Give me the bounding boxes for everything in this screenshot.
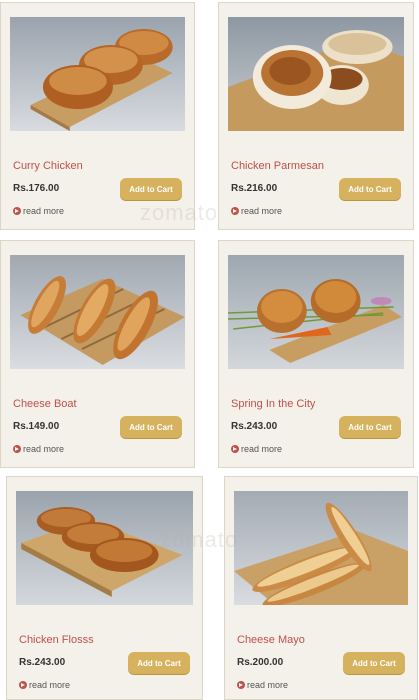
read-more-link[interactable]: read more: [19, 680, 70, 690]
add-to-cart-button[interactable]: Add to Cart: [339, 178, 401, 200]
arrow-right-icon: [231, 207, 239, 215]
product-image[interactable]: [10, 17, 185, 131]
product-name[interactable]: Chicken Parmesan: [231, 160, 324, 172]
product-price: Rs.243.00: [19, 657, 66, 668]
product-name[interactable]: Cheese Mayo: [237, 634, 305, 646]
read-more-link[interactable]: read more: [13, 444, 64, 454]
read-more-link[interactable]: read more: [231, 206, 282, 216]
arrow-right-icon: [13, 445, 21, 453]
read-more-link[interactable]: read more: [13, 206, 64, 216]
product-card-cheese-boat: Cheese Boat Rs.149.00 Add to Cart read m…: [0, 240, 195, 468]
read-more-link[interactable]: read more: [231, 444, 282, 454]
add-to-cart-button[interactable]: Add to Cart: [343, 652, 405, 674]
product-price: Rs.176.00: [13, 183, 60, 194]
product-price: Rs.243.00: [231, 421, 278, 432]
arrow-right-icon: [19, 681, 27, 689]
product-name[interactable]: Curry Chicken: [13, 160, 83, 172]
product-price: Rs.200.00: [237, 657, 284, 668]
product-image[interactable]: [16, 491, 193, 605]
product-image[interactable]: [228, 17, 404, 131]
product-price: Rs.149.00: [13, 421, 60, 432]
product-name[interactable]: Cheese Boat: [13, 398, 77, 410]
add-to-cart-button[interactable]: Add to Cart: [339, 416, 401, 438]
product-image[interactable]: [228, 255, 404, 369]
arrow-right-icon: [13, 207, 21, 215]
product-image[interactable]: [234, 491, 408, 605]
product-name[interactable]: Spring In the City: [231, 398, 315, 410]
arrow-right-icon: [231, 445, 239, 453]
product-price: Rs.216.00: [231, 183, 278, 194]
add-to-cart-button[interactable]: Add to Cart: [128, 652, 190, 674]
arrow-right-icon: [237, 681, 245, 689]
product-name[interactable]: Chicken Flosss: [19, 634, 94, 646]
product-image[interactable]: [10, 255, 185, 369]
add-to-cart-button[interactable]: Add to Cart: [120, 178, 182, 200]
add-to-cart-button[interactable]: Add to Cart: [120, 416, 182, 438]
product-card-chicken-parmesan: Chicken Parmesan Rs.216.00 Add to Cart r…: [218, 2, 414, 230]
product-card-spring-in-the-city: Spring In the City Rs.243.00 Add to Cart…: [218, 240, 414, 468]
read-more-link[interactable]: read more: [237, 680, 288, 690]
product-card-cheese-mayo: Cheese Mayo Rs.200.00 Add to Cart read m…: [224, 476, 418, 700]
product-card-curry-chicken: Curry Chicken Rs.176.00 Add to Cart read…: [0, 2, 195, 230]
product-card-chicken-flosss: Chicken Flosss Rs.243.00 Add to Cart rea…: [6, 476, 203, 700]
